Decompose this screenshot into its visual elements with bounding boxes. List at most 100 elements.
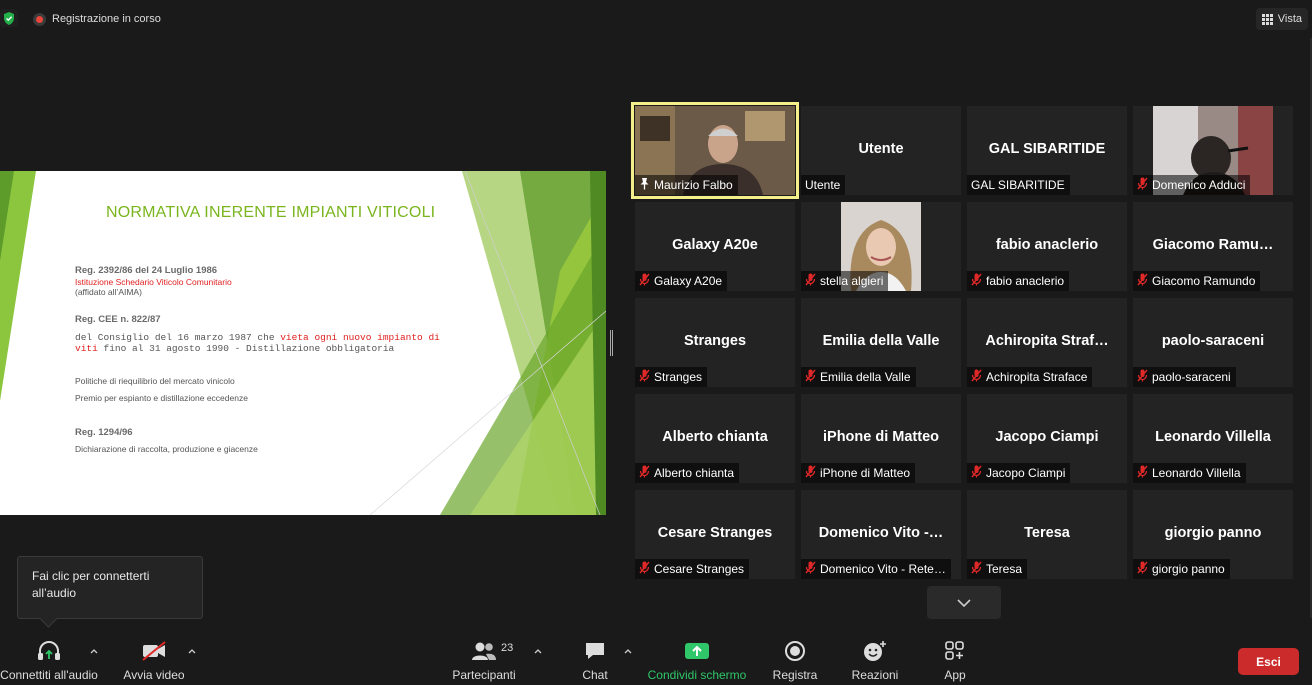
participant-name-label: Utente <box>801 175 846 195</box>
participant-tile[interactable]: Domenico Vito -… Domenico Vito - Rete… <box>801 490 961 579</box>
participant-center-name: giorgio panno <box>1164 525 1262 541</box>
participants-label: Partecipanti <box>452 668 516 682</box>
record-label: Registra <box>772 668 818 682</box>
muted-mic-icon <box>639 369 650 385</box>
participant-tile[interactable]: fabio anaclerio fabio anaclerio <box>967 202 1127 291</box>
participant-center-name: Cesare Stranges <box>657 525 773 541</box>
participant-tile[interactable]: Utente Utente <box>801 106 961 195</box>
participant-center-name: Leonardo Villella <box>1155 429 1271 445</box>
security-shield-icon[interactable] <box>0 9 18 27</box>
participant-tile[interactable]: giorgio panno giorgio panno <box>1133 490 1293 579</box>
participant-center-name: paolo-saraceni <box>1161 333 1265 349</box>
reactions-label: Reazioni <box>851 668 899 682</box>
apps-label: App <box>944 668 966 682</box>
participant-center-name: Utente <box>858 141 904 157</box>
participant-tile[interactable]: Alberto chianta Alberto chianta <box>635 394 795 483</box>
participant-tile[interactable]: stella algieri <box>801 202 961 291</box>
muted-mic-icon <box>805 369 816 385</box>
participant-name-label: Stranges <box>635 367 708 387</box>
participant-center-name: Giacomo Ramu… <box>1152 237 1274 253</box>
participant-tile[interactable]: Galaxy A20e Galaxy A20e <box>635 202 795 291</box>
video-options-caret-icon[interactable] <box>187 646 197 656</box>
participant-tile[interactable]: Emilia della Valle Emilia della Valle <box>801 298 961 387</box>
participant-name-label: iPhone di Matteo <box>801 463 916 483</box>
participant-tile[interactable]: Domenico Adduci <box>1133 106 1293 195</box>
zoom-meeting-window: Registrazione in corso Vista NORMATIVA I… <box>0 0 1312 685</box>
muted-mic-icon <box>1137 273 1148 289</box>
video-off-icon <box>142 641 166 661</box>
participant-tile[interactable]: iPhone di Matteo iPhone di Matteo <box>801 394 961 483</box>
chat-label: Chat <box>582 668 608 682</box>
grid-icon <box>1261 13 1273 25</box>
muted-mic-icon <box>639 465 650 481</box>
participant-tile[interactable]: Achiropita Straf… Achiropita Straface <box>967 298 1127 387</box>
slide-reg2: Reg. CEE n. 822/87 <box>75 314 161 325</box>
slide-reg3: Reg. 1294/96 <box>75 427 133 438</box>
participant-tile[interactable]: Jacopo Ciampi Jacopo Ciampi <box>967 394 1127 483</box>
participant-name-label: Leonardo Villella <box>1133 463 1246 483</box>
audio-options-caret-icon[interactable] <box>89 646 99 656</box>
participant-name-label: Achiropita Straface <box>967 367 1093 387</box>
slide-policy1: Politiche di riequilibrio del mercato vi… <box>75 376 235 386</box>
participant-center-name: Stranges <box>683 333 747 349</box>
headphones-icon <box>38 641 60 660</box>
start-video-button[interactable]: Avvia video <box>118 636 190 684</box>
chat-button[interactable]: Chat <box>575 636 615 684</box>
participants-icon <box>472 642 496 660</box>
participant-center-name: Galaxy A20e <box>672 237 758 253</box>
share-screen-button[interactable]: Condividi schermo <box>645 636 749 684</box>
participant-center-name: Domenico Vito -… <box>818 525 944 541</box>
record-icon <box>785 641 805 661</box>
panel-splitter-handle[interactable] <box>610 330 614 356</box>
participant-tile[interactable]: paolo-saraceni paolo-saraceni <box>1133 298 1293 387</box>
share-screen-icon <box>685 643 709 659</box>
participant-name-label: stella algieri <box>801 271 889 291</box>
participant-name-label: GAL SIBARITIDE <box>967 175 1070 195</box>
leave-meeting-button[interactable]: Esci <box>1238 648 1299 675</box>
start-video-label: Avvia video <box>123 668 185 682</box>
participant-center-name: Achiropita Straf… <box>985 333 1109 349</box>
participant-tile[interactable]: Cesare Stranges Cesare Stranges <box>635 490 795 579</box>
participant-tile[interactable]: Maurizio Falbo <box>631 102 799 199</box>
gallery-next-page-button[interactable] <box>927 586 1001 619</box>
join-audio-button[interactable]: Connettiti all'audio <box>0 636 98 684</box>
tooltip-line2: all’audio <box>32 586 77 600</box>
participant-tile[interactable]: Giacomo Ramu… Giacomo Ramundo <box>1133 202 1293 291</box>
participant-tile[interactable]: GAL SIBARITIDE GAL SIBARITIDE <box>967 106 1127 195</box>
reactions-button[interactable]: Reazioni <box>848 636 902 684</box>
participant-tile[interactable]: Stranges Stranges <box>635 298 795 387</box>
participant-center-name: Emilia della Valle <box>822 333 940 349</box>
recording-indicator[interactable]: Registrazione in corso <box>33 11 161 27</box>
participant-name-label: Galaxy A20e <box>635 271 728 291</box>
audio-tooltip: Fai clic per connetterti all’audio <box>17 556 203 619</box>
participant-name-label: Alberto chianta <box>635 463 740 483</box>
muted-mic-icon <box>1137 465 1148 481</box>
apps-button[interactable]: App <box>934 636 976 684</box>
participant-center-name: Alberto chianta <box>662 429 768 445</box>
muted-mic-icon <box>971 465 982 481</box>
participant-name-label: Domenico Vito - Rete… <box>801 559 951 579</box>
participant-center-name: GAL SIBARITIDE <box>988 141 1106 157</box>
view-button[interactable]: Vista <box>1255 8 1308 30</box>
participant-tile[interactable]: Leonardo Villella Leonardo Villella <box>1133 394 1293 483</box>
recording-label: Registrazione in corso <box>52 13 161 25</box>
muted-mic-icon <box>1137 561 1148 577</box>
chat-icon <box>586 643 604 659</box>
muted-mic-icon <box>971 273 982 289</box>
participant-name-label: Cesare Stranges <box>635 559 750 579</box>
record-button[interactable]: Registra <box>770 636 820 684</box>
muted-mic-icon <box>971 561 982 577</box>
slide-reg1-note: (affidato all’AIMA) <box>75 287 142 297</box>
chat-options-caret-icon[interactable] <box>623 646 633 656</box>
view-label: Vista <box>1277 13 1302 25</box>
participants-options-caret-icon[interactable] <box>533 646 543 656</box>
slide-reg1-red: Istituzione Schedario Viticolo Comunitar… <box>75 277 232 287</box>
participant-name-label: paolo-saraceni <box>1133 367 1236 387</box>
muted-mic-icon <box>805 273 816 289</box>
muted-mic-icon <box>639 273 650 289</box>
participant-tile[interactable]: Teresa Teresa <box>967 490 1127 579</box>
shared-screen-slide: NORMATIVA INERENTE IMPIANTI VITICOLI Reg… <box>0 171 606 515</box>
chevron-down-icon <box>957 598 971 607</box>
slide-title: NORMATIVA INERENTE IMPIANTI VITICOLI <box>106 204 436 221</box>
participant-center-name: fabio anaclerio <box>995 237 1099 253</box>
